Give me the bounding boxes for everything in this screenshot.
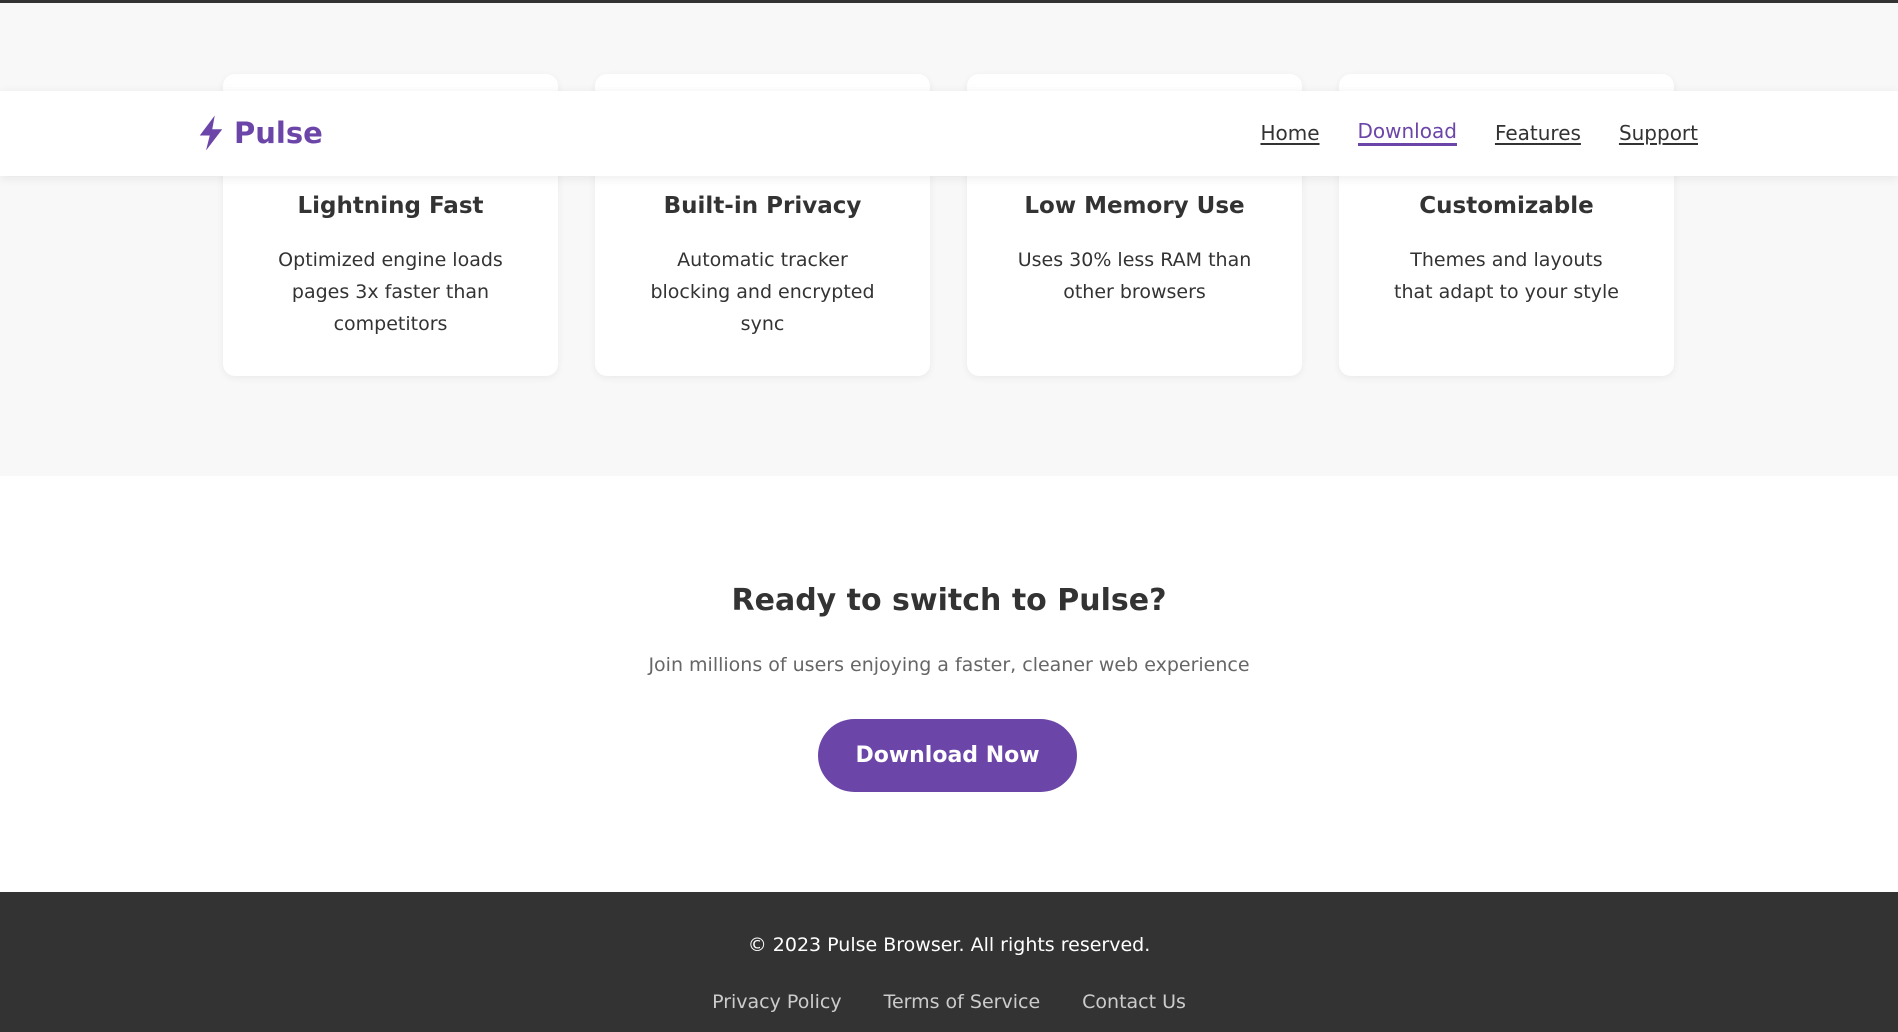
nav-link-support[interactable]: Support: [1619, 121, 1698, 146]
nav-link-features[interactable]: Features: [1495, 121, 1581, 146]
footer-link-contact-us[interactable]: Contact Us: [1082, 991, 1186, 1013]
features-section: Lightning Fast Optimized engine loads pa…: [0, 3, 1898, 476]
brand-logo[interactable]: Pulse: [196, 113, 323, 153]
footer-links: Privacy Policy Terms of Service Contact …: [0, 991, 1898, 1013]
feature-description: Uses 30% less RAM than other browsers: [1017, 249, 1252, 303]
lightning-bolt-icon: [199, 115, 223, 151]
copyright-text: © 2023 Pulse Browser. All rights reserve…: [747, 934, 1151, 956]
feature-description: Themes and layouts that adapt to your st…: [1394, 249, 1619, 303]
cta-heading: Ready to switch to Pulse?: [731, 583, 1167, 618]
download-now-button[interactable]: Download Now: [818, 719, 1077, 792]
footer-link-terms-of-service[interactable]: Terms of Service: [884, 991, 1041, 1013]
page: Lightning Fast Optimized engine loads pa…: [0, 0, 1898, 1032]
feature-title: Lightning Fast: [297, 193, 484, 219]
nav-link-home[interactable]: Home: [1260, 121, 1319, 146]
site-header: Pulse Home Download Features Support: [0, 91, 1898, 176]
footer-link-privacy-policy[interactable]: Privacy Policy: [712, 991, 841, 1013]
main-nav: Home Download Features Support: [1260, 121, 1698, 146]
site-footer: © 2023 Pulse Browser. All rights reserve…: [0, 892, 1898, 1032]
cta-subtext: Join millions of users enjoying a faster…: [648, 654, 1250, 676]
feature-title: Customizable: [1419, 193, 1594, 219]
cta-section: Ready to switch to Pulse? Join millions …: [0, 476, 1898, 892]
nav-link-download[interactable]: Download: [1357, 121, 1457, 146]
feature-title: Built-in Privacy: [663, 193, 862, 219]
feature-description: Optimized engine loads pages 3x faster t…: [278, 249, 503, 335]
feature-description: Automatic tracker blocking and encrypted…: [650, 249, 875, 335]
feature-title: Low Memory Use: [1024, 193, 1245, 219]
brand-name: Pulse: [234, 116, 323, 150]
